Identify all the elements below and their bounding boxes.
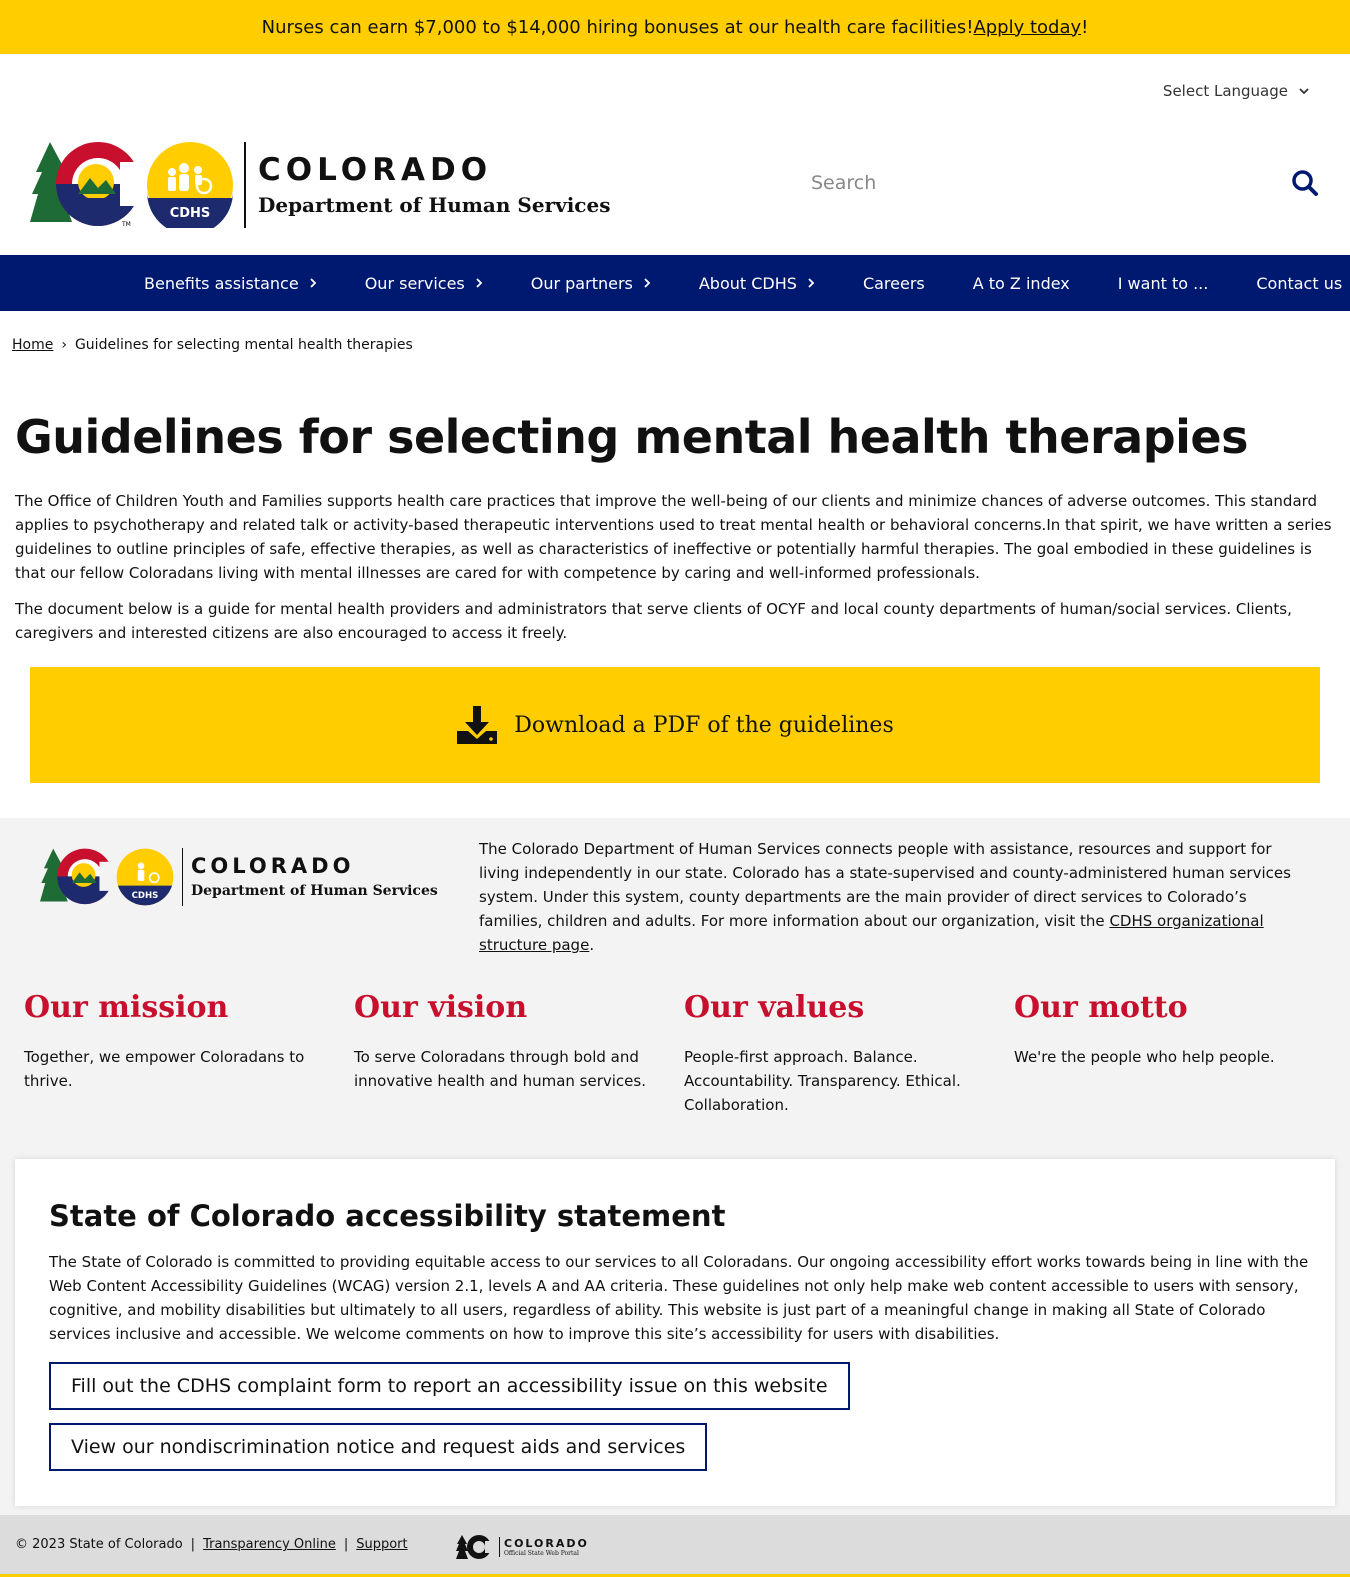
copyright-text: © 2023 State of Colorado — [15, 1537, 183, 1552]
pillar-mission-title: Our mission — [24, 990, 229, 1025]
announcement-suffix: ! — [1081, 16, 1089, 38]
pillar-vision-text: To serve Coloradans through bold and inn… — [354, 1048, 646, 1090]
accessibility-statement: State of Colorado accessibility statemen… — [15, 1159, 1335, 1506]
accessibility-text: The State of Colorado is committed to pr… — [49, 1253, 1309, 1343]
page-title: Guidelines for selecting mental health t… — [15, 410, 1248, 464]
chevron-right-icon — [476, 278, 483, 288]
footer-cdhs-badge-icon: CDHS — [116, 848, 174, 906]
download-label: Download a PDF of the guidelines — [514, 712, 894, 738]
breadcrumb-separator: › — [61, 337, 67, 353]
apply-today-link[interactable]: Apply today — [973, 17, 1081, 38]
pillar-vision: Our vision To serve Coloradans through b… — [354, 990, 654, 1093]
breadcrumb-current: Guidelines for selecting mental health t… — [74, 337, 413, 353]
portal-subtitle: Official State Web Portal — [504, 1550, 579, 1557]
nav-item-label: Careers — [862, 273, 925, 293]
nav-item-contact-us[interactable]: Contact us — [1256, 274, 1342, 293]
nav-item-label: Benefits assistance — [144, 273, 299, 293]
logo-colorado: COLORADO — [258, 151, 493, 188]
logo-department: Department of Human Services — [258, 193, 611, 218]
footer-logo-colorado: COLORADO — [191, 854, 355, 879]
search-button[interactable] — [1285, 163, 1325, 203]
colorado-portal-icon — [456, 1535, 495, 1559]
nav-item-label: A to Z index — [972, 273, 1070, 293]
pillar-values: Our values People-first approach. Balanc… — [684, 990, 984, 1117]
main-nav: Benefits assistance Our services Our partn… — [0, 255, 1350, 311]
portal-text: COLORADO Official State Web Portal — [499, 1537, 589, 1557]
intro-paragraph: The Office of Children Youth and Familie… — [15, 492, 1332, 582]
footer-logo-text: COLORADO Department of Human Services — [191, 854, 438, 899]
legal-links: © 2023 State of Colorado | Transparency … — [15, 1537, 408, 1552]
pillar-motto-text: We're the people who help people. — [1014, 1048, 1275, 1066]
nav-item-label: Contact us — [1256, 273, 1343, 293]
support-link[interactable]: Support — [356, 1537, 407, 1552]
chevron-right-icon — [808, 278, 815, 288]
search-icon — [1292, 170, 1318, 196]
cdhs-badge-text: CDHS — [170, 206, 211, 221]
footer-cdhs-badge-text: CDHS — [132, 891, 159, 901]
nav-item-label: Our partners — [530, 273, 633, 293]
colorado-c-logo-icon: TM — [30, 142, 142, 228]
nav-item-about-cdhs[interactable]: About CDHS — [699, 274, 815, 293]
chevron-right-icon — [644, 278, 651, 288]
pillar-values-title: Our values — [684, 990, 865, 1025]
portal-colorado: COLORADO — [504, 1537, 589, 1550]
nav-item-a-to-z-index[interactable]: A to Z index — [973, 274, 1070, 293]
pillar-motto-title: Our motto — [1014, 990, 1188, 1025]
language-select-label: Select Language — [1162, 82, 1288, 100]
pillar-vision-title: Our vision — [354, 990, 528, 1025]
footer-colorado-c-logo-icon — [40, 848, 114, 905]
logo-divider — [244, 142, 246, 228]
cdhs-logo[interactable]: TM CDHS COLORADO Department of Human Ser… — [30, 142, 610, 228]
download-pdf-button[interactable]: Download a PDF of the guidelines — [30, 667, 1320, 783]
logo-text: COLORADO Department of Human Services — [258, 153, 610, 217]
announcement-text: Nurses can earn $7,000 to $14,000 hiring… — [261, 16, 974, 38]
footer-logo[interactable]: CDHS COLORADO Department of Human Servic… — [40, 848, 438, 906]
accessibility-title: State of Colorado accessibility statemen… — [49, 1199, 726, 1233]
cdhs-badge-icon: CDHS — [147, 142, 233, 228]
nav-item-label: Our services — [364, 273, 465, 293]
pillar-values-text: People-first approach. Balance. Accounta… — [684, 1048, 961, 1114]
search-bar — [795, 158, 1325, 208]
audience-paragraph: The document below is a guide for mental… — [15, 600, 1292, 642]
footer-about-suffix: . — [589, 936, 595, 954]
nondiscrimination-button[interactable]: View our nondiscrimination notice and re… — [49, 1423, 708, 1471]
announcement-bar: Nurses can earn $7,000 to $14,000 hiring… — [0, 0, 1350, 54]
bottom-bar: © 2023 State of Colorado | Transparency … — [0, 1515, 1350, 1577]
nav-item-label: About CDHS — [698, 273, 797, 293]
chevron-down-icon — [1299, 88, 1309, 95]
nav-item-our-services[interactable]: Our services — [365, 274, 483, 293]
pillar-mission: Our mission Together, we empower Colorad… — [24, 990, 324, 1093]
footer-about-text: The Colorado Department of Human Service… — [479, 837, 1309, 957]
nav-item-our-partners[interactable]: Our partners — [531, 274, 651, 293]
chevron-right-icon — [310, 278, 316, 288]
transparency-link[interactable]: Transparency Online — [203, 1537, 336, 1552]
legal-separator: | — [343, 1537, 349, 1552]
nav-item-label: I want to ... — [1117, 273, 1209, 293]
nav-item-i-want-to[interactable]: I want to ... — [1118, 274, 1209, 293]
pillar-mission-text: Together, we empower Coloradans to thriv… — [24, 1048, 305, 1090]
nav-item-careers[interactable]: Careers — [863, 274, 925, 293]
complaint-form-button[interactable]: Fill out the CDHS complaint form to repo… — [49, 1362, 850, 1410]
nav-item-benefits-assistance[interactable]: Benefits assistance — [144, 274, 317, 293]
pillar-motto: Our motto We're the people who help peop… — [1014, 990, 1314, 1069]
footer-logo-divider — [182, 848, 183, 906]
trademark-text: TM — [121, 221, 131, 228]
state-portal-logo[interactable]: COLORADO Official State Web Portal — [455, 1533, 589, 1561]
search-input[interactable] — [795, 158, 1285, 208]
legal-separator: | — [190, 1537, 196, 1552]
download-icon — [457, 706, 498, 744]
language-select[interactable]: Select Language — [1163, 82, 1310, 100]
breadcrumb-home-link[interactable]: Home — [12, 337, 53, 353]
footer-logo-department: Department of Human Services — [191, 882, 438, 899]
breadcrumb: Home › Guidelines for selecting mental h… — [12, 337, 413, 353]
